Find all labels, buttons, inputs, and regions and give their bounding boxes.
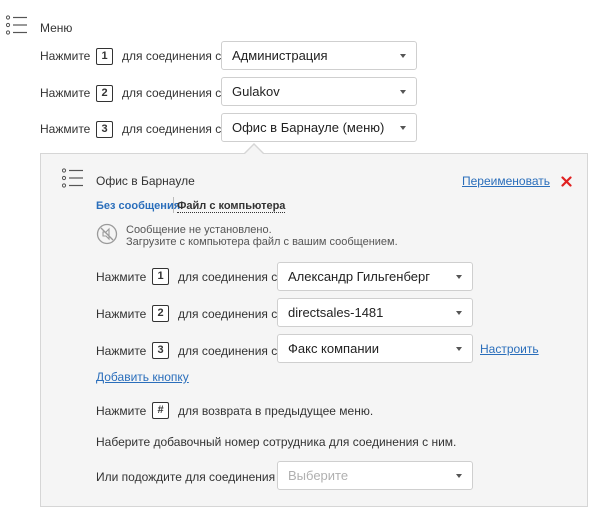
destination-select[interactable]: Александр Гильгенберг xyxy=(277,262,473,291)
chevron-down-icon xyxy=(400,126,406,130)
key-badge: 2 xyxy=(152,305,169,322)
destination-select[interactable]: Офис в Барнауле (меню) xyxy=(221,113,417,142)
chevron-down-icon xyxy=(400,54,406,58)
row-connect-label: для соединения с xyxy=(178,344,278,358)
select-value: Офис в Барнауле (меню) xyxy=(232,120,385,135)
chevron-down-icon xyxy=(456,311,462,315)
row-prefix-label: Нажмите xyxy=(96,307,147,321)
destination-select[interactable]: Gulakov xyxy=(221,77,417,106)
row-prefix-label: Нажмите xyxy=(40,86,91,100)
row-connect-label: для соединения с xyxy=(122,86,222,100)
rename-link[interactable]: Переименовать xyxy=(462,174,550,188)
row-connect-label: для соединения с xyxy=(122,122,222,136)
select-value: Администрация xyxy=(232,48,328,63)
select-placeholder: Выберите xyxy=(288,468,349,483)
extension-instruction: Наберите добавочный номер сотрудника для… xyxy=(96,435,457,449)
row-prefix-label: Нажмите xyxy=(40,49,91,63)
tab-no-message[interactable]: Без сообщения xyxy=(96,200,180,212)
key-badge: 3 xyxy=(96,121,113,138)
submenu-title: Офис в Барнауле xyxy=(96,174,195,188)
row-prefix-label: Нажмите xyxy=(96,270,147,284)
add-button-link[interactable]: Добавить кнопку xyxy=(96,370,189,384)
select-value: Александр Гильгенберг xyxy=(288,269,430,284)
select-value: Gulakov xyxy=(232,84,280,99)
message-status-text: Сообщение не установлено. xyxy=(126,224,272,236)
key-badge: # xyxy=(152,402,169,419)
chevron-down-icon xyxy=(456,275,462,279)
key-badge: 2 xyxy=(96,85,113,102)
close-icon[interactable] xyxy=(561,174,572,187)
key-badge: 1 xyxy=(96,48,113,65)
destination-select[interactable]: directsales-1481 xyxy=(277,298,473,327)
back-description: для возврата в предыдущее меню. xyxy=(178,404,374,418)
chevron-down-icon xyxy=(456,474,462,478)
no-sound-icon xyxy=(96,223,118,245)
chevron-down-icon xyxy=(456,347,462,351)
row-connect-label: для соединения с xyxy=(178,307,278,321)
row-connect-label: для соединения с xyxy=(122,49,222,63)
key-badge: 1 xyxy=(152,268,169,285)
tab-file-from-computer[interactable]: Файл с компьютера xyxy=(177,200,286,213)
key-badge: 3 xyxy=(152,342,169,359)
row-prefix-label: Нажмите xyxy=(96,344,147,358)
row-prefix-label: Нажмите xyxy=(96,404,147,418)
row-prefix-label: Нажмите xyxy=(40,122,91,136)
destination-select[interactable]: Факс компании xyxy=(277,334,473,363)
chevron-down-icon xyxy=(400,90,406,94)
panel-pointer-fill xyxy=(244,145,264,155)
tab-divider xyxy=(173,197,174,213)
configure-link[interactable]: Настроить xyxy=(480,342,539,356)
destination-select[interactable]: Администрация xyxy=(221,41,417,70)
menu-title: Меню xyxy=(40,21,73,35)
message-hint-text: Загрузите с компьютера файл с вашим сооб… xyxy=(126,236,398,248)
menu-list-icon xyxy=(5,15,28,35)
wait-destination-select[interactable]: Выберите xyxy=(277,461,473,490)
select-value: Факс компании xyxy=(288,341,380,356)
select-value: directsales-1481 xyxy=(288,305,384,320)
wait-label: Или подождите для соединения с xyxy=(96,470,285,484)
row-connect-label: для соединения с xyxy=(178,270,278,284)
menu-list-icon xyxy=(61,168,84,188)
